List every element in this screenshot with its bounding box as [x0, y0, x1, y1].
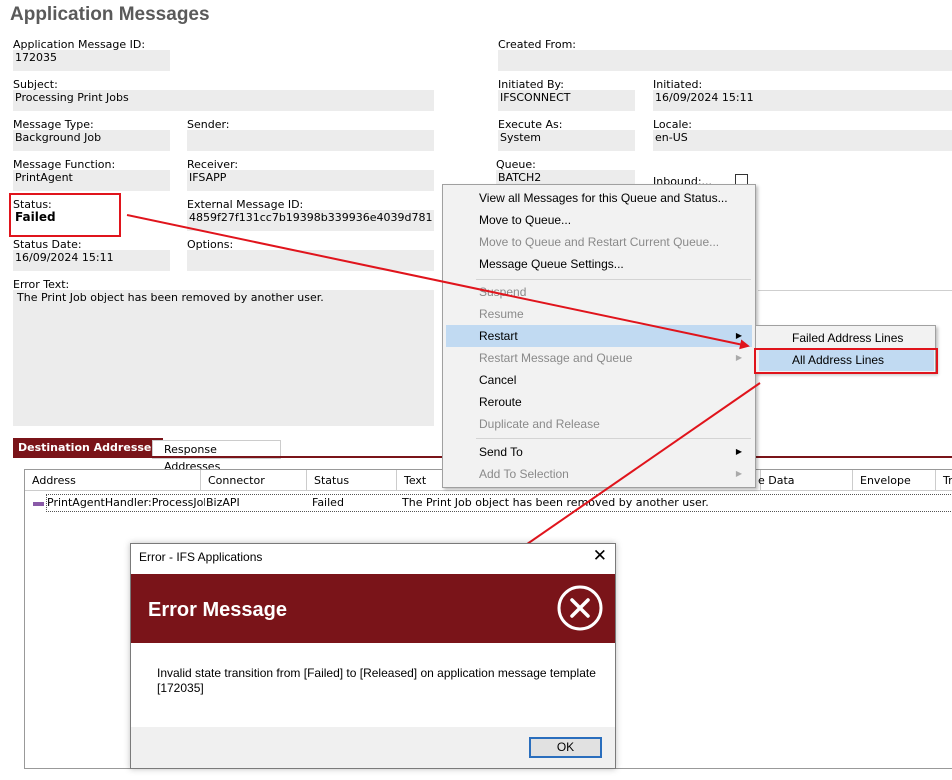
- menu-item-send-to[interactable]: Send To ▶: [446, 441, 752, 463]
- page-title: Application Messages: [10, 4, 210, 25]
- column-header-status[interactable]: Status: [307, 470, 397, 491]
- submenu-arrow-icon: ▶: [735, 353, 742, 362]
- menu-item-resume[interactable]: Resume: [446, 303, 752, 325]
- options-field[interactable]: [187, 250, 434, 271]
- menu-item-restart[interactable]: Restart ▶: [446, 325, 752, 347]
- ok-button[interactable]: OK: [529, 737, 602, 758]
- submenu-arrow-icon: ▶: [735, 331, 742, 340]
- context-menu: View all Messages for this Queue and Sta…: [442, 184, 756, 488]
- menu-item-restart-message-and-queue[interactable]: Restart Message and Queue ▶: [446, 347, 752, 369]
- menu-item-reroute[interactable]: Reroute: [446, 391, 752, 413]
- cell-status[interactable]: Failed: [305, 494, 395, 511]
- external-message-id-field[interactable]: 4859f27f131cc7b19398b339936e4039d781: [187, 210, 434, 231]
- dialog-footer: OK: [131, 727, 615, 768]
- message-function-field[interactable]: PrintAgent: [13, 170, 170, 191]
- error-text-field[interactable]: The Print Job object has been removed by…: [13, 290, 434, 426]
- menu-item-add-to-selection[interactable]: Add To Selection ▶: [446, 463, 752, 485]
- subject-field[interactable]: Processing Print Jobs: [13, 90, 434, 111]
- dialog-title: Error - IFS Applications: [139, 550, 263, 564]
- column-header-tr[interactable]: Tr: [936, 470, 952, 491]
- sender-field[interactable]: [187, 130, 434, 151]
- menu-item-move-to-queue-and-restart[interactable]: Move to Queue and Restart Current Queue.…: [446, 231, 752, 253]
- menu-item-move-to-queue[interactable]: Move to Queue...: [446, 209, 752, 231]
- section-divider: [758, 290, 952, 291]
- initiated-field[interactable]: 16/09/2024 15:11: [653, 90, 952, 111]
- app-message-id-field[interactable]: 172035: [13, 50, 170, 71]
- column-header-address[interactable]: Address: [25, 470, 201, 491]
- cell-connector[interactable]: BizAPI: [199, 494, 299, 511]
- created-from-field[interactable]: [498, 50, 952, 71]
- submenu-arrow-icon: ▶: [735, 469, 742, 478]
- close-icon[interactable]: ✕: [593, 546, 607, 566]
- menu-separator: [476, 438, 751, 439]
- tab-destination-addresses[interactable]: Destination Addresses: [13, 438, 163, 457]
- cell-text[interactable]: The Print Job object has been removed by…: [395, 494, 735, 511]
- all-address-lines-highlight-box: [754, 348, 938, 374]
- receiver-field[interactable]: IFSAPP: [187, 170, 434, 191]
- column-header-envelope[interactable]: Envelope: [853, 470, 936, 491]
- menu-item-view-all-messages[interactable]: View all Messages for this Queue and Sta…: [446, 187, 752, 209]
- error-dialog: Error - IFS Applications ✕ Error Message…: [130, 543, 616, 769]
- dialog-heading: Error Message: [148, 599, 287, 621]
- execute-as-field[interactable]: System: [498, 130, 635, 151]
- dialog-banner: Error Message: [131, 574, 615, 643]
- menu-item-cancel[interactable]: Cancel: [446, 369, 752, 391]
- dialog-message: Invalid state transition from [Failed] t…: [157, 666, 596, 695]
- column-header-data[interactable]: e Data: [751, 470, 853, 491]
- submenu-arrow-icon: ▶: [735, 447, 742, 456]
- menu-item-message-queue-settings[interactable]: Message Queue Settings...: [446, 253, 752, 275]
- message-type-field[interactable]: Background Job: [13, 130, 170, 151]
- locale-field[interactable]: en-US: [653, 130, 952, 151]
- status-date-field[interactable]: 16/09/2024 15:11: [13, 250, 170, 271]
- menu-item-duplicate-and-release[interactable]: Duplicate and Release: [446, 413, 752, 435]
- submenu-item-failed-address-lines[interactable]: Failed Address Lines: [759, 327, 934, 349]
- status-highlight-box: [9, 193, 121, 237]
- initiated-by-field[interactable]: IFSCONNECT: [498, 90, 635, 111]
- error-x-circle-icon: [557, 585, 603, 631]
- menu-item-suspend[interactable]: Suspend: [446, 281, 752, 303]
- menu-separator: [476, 279, 751, 280]
- cell-address[interactable]: PrintAgentHandler:ProcessJob:: [40, 494, 205, 511]
- column-header-connector[interactable]: Connector: [201, 470, 307, 491]
